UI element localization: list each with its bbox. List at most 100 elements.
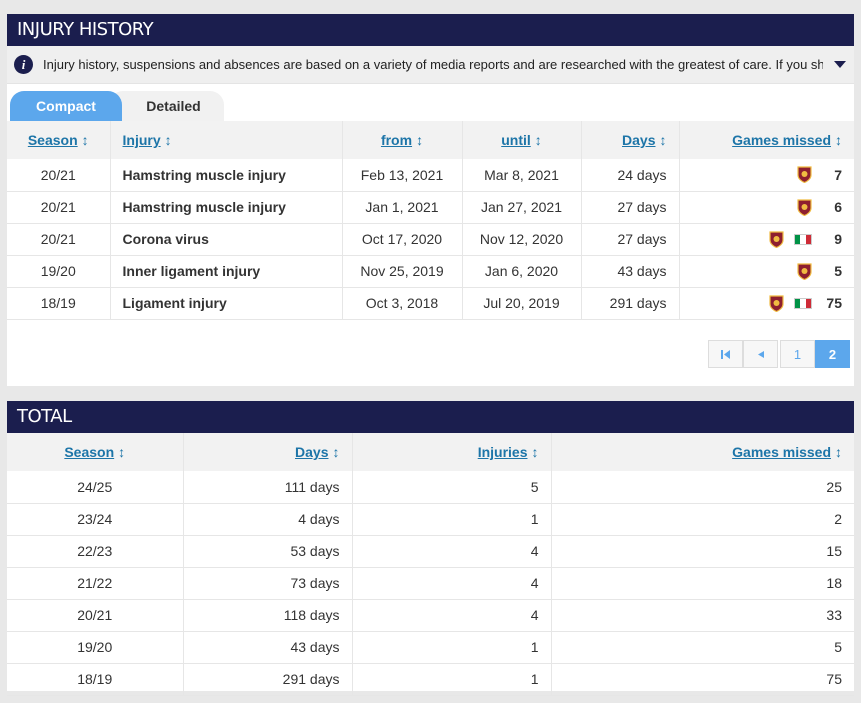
from-cell: Jan 1, 2021 [342,191,463,224]
sort-games-missed-link[interactable]: Games missed [732,132,831,148]
games-missed-group: 7 [692,166,842,184]
season-cell: 18/19 [7,663,184,696]
sort-season-link[interactable]: Season [28,132,78,148]
sort-icon[interactable]: ↕ [118,444,125,460]
sort-days-link[interactable]: Days [622,132,655,148]
italy-flag-icon[interactable] [794,297,812,309]
sort-icon[interactable]: ↕ [165,132,172,148]
games-missed-cell: 75 [551,663,854,696]
days-cell: 43 days [183,631,353,664]
games-missed-cell: 75 [679,287,854,320]
column-header-from[interactable]: from ↕ [342,121,463,159]
days-cell: 4 days [183,503,353,536]
sort-icon[interactable]: ↕ [535,132,542,148]
sort-injuries-link[interactable]: Injuries [478,444,528,460]
prev-page-icon[interactable] [743,340,778,368]
games-missed-cell: 5 [679,255,854,288]
games-missed-value: 7 [834,166,842,183]
club-crest-icon[interactable] [769,230,784,248]
table-row: 22/23 53 days 4 15 [7,535,854,568]
injury-cell: Hamstring muscle injury [110,191,343,224]
column-header-injury[interactable]: Injury ↕ [110,121,343,159]
season-cell: 19/20 [7,631,184,664]
column-header-season[interactable]: Season ↕ [7,433,184,471]
club-crest-icon[interactable] [797,166,812,184]
injury-table: Season ↕ Injury ↕ from ↕ until ↕ Days ↕ Games… [7,121,854,320]
games-missed-group: 75 [692,294,842,312]
italy-flag-icon[interactable] [794,233,812,245]
season-cell: 20/21 [7,223,111,256]
page-1-button[interactable]: 1 [780,340,815,368]
column-header-injuries[interactable]: Injuries ↕ [352,433,552,471]
first-page-icon[interactable] [708,340,743,368]
sort-icon[interactable]: ↕ [835,132,842,148]
info-bar[interactable]: i Injury history, suspensions and absenc… [7,46,854,84]
sort-until-link[interactable]: until [501,132,531,148]
injuries-cell: 4 [352,599,552,632]
season-cell: 20/21 [7,599,184,632]
sort-season-link[interactable]: Season [64,444,114,460]
injury-cell: Hamstring muscle injury [110,159,343,192]
sort-from-link[interactable]: from [381,132,412,148]
games-missed-cell: 33 [551,599,854,632]
sort-icon[interactable]: ↕ [532,444,539,460]
season-cell: 20/21 [7,191,111,224]
from-cell: Oct 3, 2018 [342,287,463,320]
column-header-until[interactable]: until ↕ [462,121,582,159]
column-header-games-missed[interactable]: Games missed ↕ [551,433,854,471]
table-row: 20/21 Corona virus Oct 17, 2020 Nov 12, 202… [7,223,854,256]
injuries-cell: 1 [352,503,552,536]
sort-games-missed-link[interactable]: Games missed [732,444,831,460]
total-table-header: Season ↕ Days ↕ Injuries ↕ Games missed ↕ [7,433,854,471]
info-text: Injury history, suspensions and absences… [43,57,823,72]
sort-icon[interactable]: ↕ [835,444,842,460]
days-cell: 27 days [581,223,680,256]
from-cell: Nov 25, 2019 [342,255,463,288]
days-cell: 27 days [581,191,680,224]
chevron-down-icon[interactable] [834,61,846,68]
injuries-cell: 1 [352,631,552,664]
column-header-days[interactable]: Days ↕ [581,121,680,159]
games-missed-group: 9 [692,230,842,248]
days-cell: 43 days [581,255,680,288]
sort-icon[interactable]: ↕ [416,132,423,148]
club-crest-icon[interactable] [797,262,812,280]
table-row: 18/19 291 days 1 75 [7,663,854,696]
table-row: 23/24 4 days 1 2 [7,503,854,536]
games-missed-cell: 7 [679,159,854,192]
until-cell: Jul 20, 2019 [462,287,582,320]
column-header-games-missed[interactable]: Games missed ↕ [679,121,854,159]
games-missed-cell: 9 [679,223,854,256]
sort-injury-link[interactable]: Injury [123,132,161,148]
club-crest-icon[interactable] [769,294,784,312]
games-missed-cell: 2 [551,503,854,536]
season-cell: 19/20 [7,255,111,288]
column-header-season[interactable]: Season ↕ [7,121,111,159]
season-cell: 22/23 [7,535,184,568]
pagination: 1 2 [708,340,850,368]
from-cell: Feb 13, 2021 [342,159,463,192]
table-row: 21/22 73 days 4 18 [7,567,854,600]
page-2-button[interactable]: 2 [815,340,850,368]
days-cell: 24 days [581,159,680,192]
sort-icon[interactable]: ↕ [333,444,340,460]
days-cell: 53 days [183,535,353,568]
injury-cell: Ligament injury [110,287,343,320]
season-cell: 20/21 [7,159,111,192]
tab-compact[interactable]: Compact [10,91,122,121]
sort-icon[interactable]: ↕ [660,132,667,148]
days-cell: 291 days [183,663,353,696]
club-crest-icon[interactable] [797,198,812,216]
tab-detailed[interactable]: Detailed [109,91,224,121]
until-cell: Jan 6, 2020 [462,255,582,288]
injury-history-title: INJURY HISTORY [7,14,854,46]
sort-icon[interactable]: ↕ [82,132,89,148]
injury-cell: Corona virus [110,223,343,256]
games-missed-value: 6 [834,199,842,215]
info-icon: i [14,55,33,74]
sort-days-link[interactable]: Days [295,444,328,460]
column-header-days[interactable]: Days ↕ [183,433,353,471]
days-cell: 291 days [581,287,680,320]
injury-cell: Inner ligament injury [110,255,343,288]
view-tabs: Detailed Compact [7,84,854,121]
